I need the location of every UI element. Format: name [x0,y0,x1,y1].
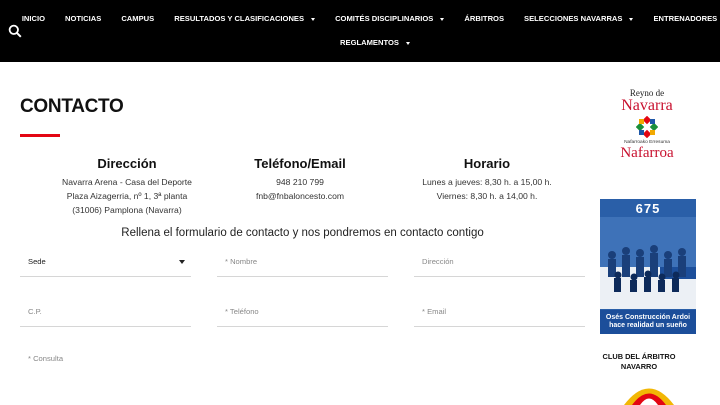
address-block: Dirección Navarra Arena - Casa del Depor… [27,156,227,217]
sponsor-banner[interactable]: 675 Osés Construcción Ardoi hace realida… [600,199,696,334]
contact-heading: Teléfono/Email [254,156,346,171]
club-heading-line-1: CLUB DEL ÁRBITRO [602,352,676,361]
nav-item-comites[interactable]: COMITÉS DISCIPLINARIOS [325,12,454,26]
sede-select[interactable]: Sede [20,255,191,277]
nav-row-2: REGLAMENTOS [0,36,720,50]
address-line-1: Navarra Arena - Casa del Deporte [62,177,192,187]
nav-item-arbitros[interactable]: ÁRBITROS [454,12,514,26]
main-navigation: INICIO NOTICIAS CAMPUS RESULTADOS Y CLAS… [0,0,720,62]
address-heading: Dirección [97,156,157,171]
dropdown-arrow-icon [179,260,185,264]
contact-block: Teléfono/Email 948 210 799 fnb@fnbalonce… [200,156,400,203]
banner-caption-line-2: hace realidad un sueño [609,322,687,329]
club-heading-line-2: NAVARRO [620,362,658,371]
phone-number[interactable]: 948 210 799 [200,175,400,189]
nav-item-campus[interactable]: CAMPUS [111,12,164,26]
address-line-2: Plaza Aizagerria, nº 1, 3ª planta [66,191,188,201]
nav-item-reglamentos[interactable]: REGLAMENTOS [330,36,420,50]
navarra-logo-line-2: Navarra [621,97,673,114]
chevron-down-icon [311,17,316,21]
chevron-down-icon [629,17,634,21]
chevron-down-icon [440,17,445,21]
chevron-down-icon [405,41,410,45]
hours-block: Horario Lunes a jueves: 8,30 h. a 15,00 … [387,156,587,203]
page-title: CONTACTO [20,96,124,117]
sede-select-value: Sede [28,257,46,266]
navarra-emblem-icon [636,116,658,138]
nav-item-entrenadores[interactable]: ENTRENADORES [643,12,720,26]
address-line-3: (31006) Pamplona (Navarra) [72,205,182,215]
navarra-logo-line-4: Nafarroa [620,145,674,161]
team-photo-image [600,217,696,309]
telefono-input[interactable]: * Teléfono [217,305,388,327]
form-intro: Rellena el formulario de contacto y nos … [121,227,484,239]
nav-row-1: INICIO NOTICIAS CAMPUS RESULTADOS Y CLAS… [0,12,720,26]
email-link[interactable]: fnb@fnbaloncesto.com [200,189,400,203]
nav-item-selecciones[interactable]: SELECCIONES NAVARRAS [514,12,643,26]
nav-item-resultados[interactable]: RESULTADOS Y CLASIFICACIONES [164,12,325,26]
cp-input[interactable]: C.P. [20,305,191,327]
banner-caption: Osés Construcción Ardoi hace realidad un… [600,310,696,334]
banner-caption-line-1: Osés Construcción Ardoi [605,314,691,321]
nombre-input[interactable]: * Nombre [217,255,388,277]
hours-heading: Horario [463,156,511,171]
email-input[interactable]: * Email [414,305,585,327]
direccion-input[interactable]: Dirección [414,255,585,277]
club-arbitro-heading: CLUB DEL ÁRBITRO NAVARRO [600,352,678,372]
hours-line-2: Viernes: 8,30 h. a 14,00 h. [436,191,538,201]
reyno-navarra-logo[interactable]: Reyno de Navarra Nafarroako Erresuma Naf… [605,88,689,168]
consulta-textarea[interactable]: * Consulta [20,352,585,405]
nav-item-noticias[interactable]: NOTICIAS [55,12,111,26]
banner-number: 675 [635,201,661,216]
title-underline [20,134,60,137]
club-arbitro-logo-icon[interactable] [618,378,680,405]
nav-item-inicio[interactable]: INICIO [12,12,55,26]
hours-line-1: Lunes a jueves: 8,30 h. a 15,00 h. [422,177,552,187]
